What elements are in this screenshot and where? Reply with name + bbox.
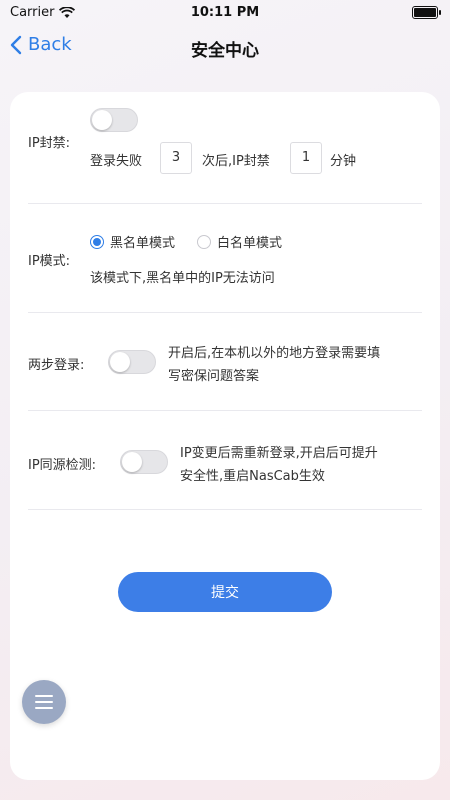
ip-ban-toggle[interactable] [90,108,138,132]
radio-whitelist[interactable]: 白名单模式 [197,232,282,251]
two-step-label: 两步登录: [28,358,85,373]
submit-button[interactable]: 提交 [118,572,332,612]
ip-origin-label: IP同源检测: [28,458,97,473]
navigation-bar: Back 安全中心 [0,28,450,64]
ip-ban-middle: 次后,IP封禁 [202,154,270,169]
radio-unselected-icon [197,234,211,249]
divider [28,410,422,411]
radio-whitelist-label: 白名单模式 [217,236,283,251]
ip-origin-description-1: IP变更后需重新登录,开启后可提升 [180,446,378,461]
status-time: 10:11 PM [190,5,260,20]
fail-count-input[interactable]: 3 [160,142,192,174]
radio-blacklist-label: 黑名单模式 [110,236,176,251]
two-step-description-2: 写密保问题答案 [168,369,260,384]
battery-icon [412,6,441,19]
page-title: 安全中心 [191,41,259,61]
ip-ban-suffix: 分钟 [330,154,357,169]
divider [28,203,422,204]
ban-minutes-input[interactable]: 1 [290,142,322,174]
toggle-knob [122,452,142,472]
two-step-description-1: 开启后,在本机以外的地方登录需要填 [168,346,381,361]
ip-mode-description: 该模式下,黑名单中的IP无法访问 [90,271,275,286]
settings-card: IP封禁: 登录失败 3 次后,IP封禁 1 分钟 IP模式: 黑名单模式 白名… [10,92,440,780]
menu-icon [35,695,53,709]
divider [28,509,422,510]
ip-origin-description-2: 安全性,重启NasCab生效 [180,469,325,484]
divider [28,312,422,313]
toggle-knob [92,110,112,130]
ip-ban-label: IP封禁: [28,136,71,151]
ip-ban-prefix: 登录失败 [90,154,143,169]
two-step-toggle[interactable] [108,350,156,374]
radio-blacklist[interactable]: 黑名单模式 [90,232,175,251]
radio-selected-icon [90,234,104,249]
ip-mode-label: IP模式: [28,254,71,269]
ip-origin-toggle[interactable] [120,450,168,474]
status-bar: Carrier 10:11 PM [0,0,450,26]
floating-menu-button[interactable] [22,680,66,724]
toggle-knob [110,352,130,372]
